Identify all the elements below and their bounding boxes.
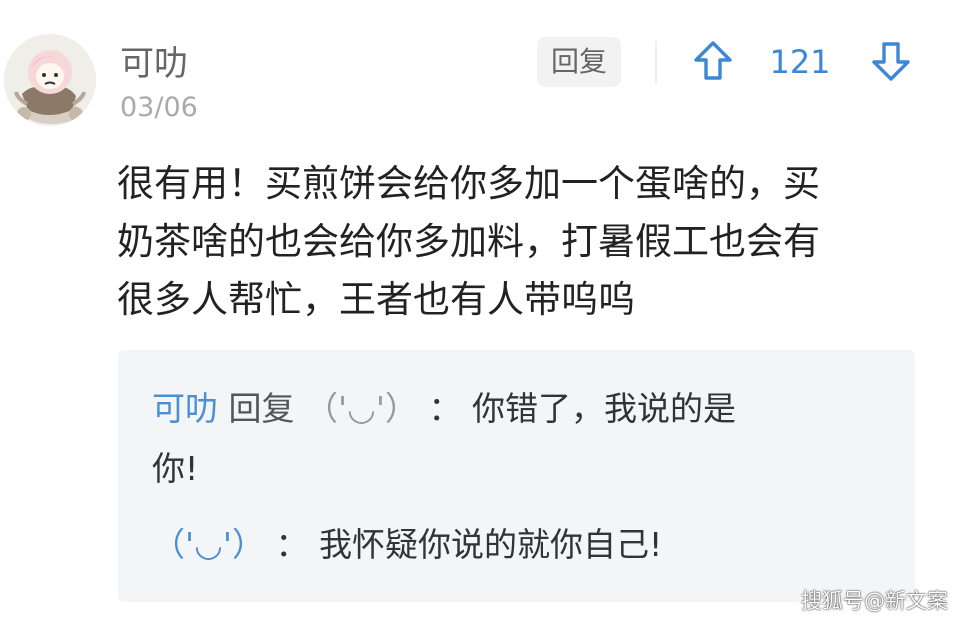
comment-body: 很有用！买煎饼会给你多加一个蛋啥的，买 奶茶啥的也会给你多加料，打暑假工也会有 … [117, 155, 917, 329]
reply-1-action: 回复 [228, 389, 295, 428]
watermark: 搜狐号@新文案 [801, 589, 948, 613]
downvote-icon[interactable] [870, 40, 912, 82]
reply-2-text: 我怀疑你说的就你自己! [318, 525, 663, 564]
vote-divider [655, 41, 657, 83]
vote-count: 121 [769, 43, 831, 81]
reply-1-target[interactable]: （'◡'） [305, 389, 418, 428]
comment-line-1: 很有用！买煎饼会给你多加一个蛋啥的，买 [117, 162, 820, 205]
avatar[interactable] [4, 34, 96, 126]
comment-author-name[interactable]: 可叻 [120, 44, 188, 84]
reply-1-text-line-2: 你! [152, 449, 199, 488]
comment-date: 03/06 [120, 92, 198, 123]
avatar-illustration [4, 34, 96, 126]
reply-1-separator: ： [428, 389, 462, 428]
comment-line-2: 奶茶啥的也会给你多加料，打暑假工也会有 [117, 220, 820, 263]
reply-1-author[interactable]: 可叻 [152, 389, 218, 428]
reply-button[interactable]: 回复 [537, 37, 621, 87]
upvote-icon[interactable] [692, 40, 734, 82]
reply-1-text-line-1: 你错了，我说的是 [471, 389, 736, 428]
reply-1-line-1: 可叻 回复 （'◡'） ： 你错了，我说的是 [152, 380, 736, 438]
reply-2: （'◡'） ： 我怀疑你说的就你自己! [152, 516, 662, 574]
reply-2-author[interactable]: （'◡'） [152, 525, 265, 564]
comment-line-3: 很多人帮忙，王者也有人带呜呜 [117, 278, 635, 321]
reply-1-line-2: 你! [152, 440, 198, 498]
reply-2-separator: ： [275, 525, 309, 564]
